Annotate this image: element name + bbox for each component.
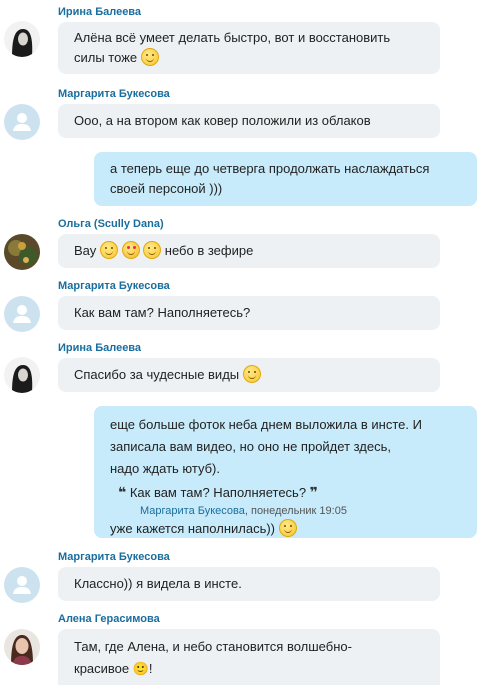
- message-text: записала вам видео, но оно не пройдет зд…: [110, 439, 392, 454]
- default-avatar-icon[interactable]: [4, 296, 40, 332]
- smile-emoji-icon: [140, 48, 159, 66]
- heart-eyes-emoji-icon: [121, 241, 140, 259]
- person-silhouette-icon: [13, 113, 31, 131]
- default-avatar-icon[interactable]: [4, 567, 40, 603]
- message-text: небо в зефире: [164, 243, 254, 258]
- message-text: Как вам там? Наполняетесь?: [74, 305, 251, 320]
- message-text: Вау: [74, 243, 97, 258]
- smile-emoji-icon: [278, 519, 297, 537]
- message-text: своей персоной ))): [110, 181, 223, 196]
- message-bubble[interactable]: Алёна всё умеет делать быстро, вот и вос…: [58, 22, 440, 74]
- message-text: еще больше фоток неба днем выложила в ин…: [110, 417, 422, 432]
- smile-emoji-icon: [242, 365, 261, 383]
- person-silhouette-icon: [13, 576, 31, 594]
- sender-name[interactable]: Маргарита Букесова: [58, 280, 170, 292]
- default-avatar-icon[interactable]: [4, 104, 40, 140]
- quote-text: Как вам там? Наполняетесь?: [129, 485, 307, 500]
- outgoing-message-bubble[interactable]: а теперь еще до четверга продолжать насл…: [94, 152, 477, 206]
- message-text: Алёна всё умеет делать быстро, вот и вос…: [74, 30, 391, 45]
- person-silhouette-icon: [13, 305, 31, 323]
- avatar-photo: [4, 629, 40, 665]
- avatar-photo: [4, 21, 40, 57]
- avatar[interactable]: [4, 234, 40, 270]
- avatar[interactable]: [4, 357, 40, 393]
- message-bubble[interactable]: Вау небо в зефире: [58, 234, 440, 268]
- message-text: Там, где Алена, и небо становится волшеб…: [74, 639, 352, 654]
- sender-name[interactable]: Ольга (Scully Dana): [58, 218, 164, 230]
- message-bubble[interactable]: Как вам там? Наполняетесь?: [58, 296, 440, 330]
- sender-name[interactable]: Маргарита Букесова: [58, 551, 170, 563]
- sender-name[interactable]: Ирина Балеева: [58, 342, 141, 354]
- avatar-photo: [4, 234, 40, 270]
- message-text: надо ждать ютуб).: [110, 461, 220, 476]
- message-text: Ооо, а на втором как ковер положили из о…: [74, 113, 371, 128]
- quoted-message[interactable]: ❝ Как вам там? Наполняетесь? ❞ Маргарита…: [110, 482, 461, 519]
- avatar[interactable]: [4, 629, 40, 665]
- message-text: красивое 🙂!: [74, 661, 153, 676]
- smile-emoji-icon: [99, 241, 118, 259]
- message-text: уже кажется наполнилась)): [110, 521, 276, 536]
- message-bubble[interactable]: Ооо, а на втором как ковер положили из о…: [58, 104, 440, 138]
- close-quote-icon: ❞: [309, 484, 318, 500]
- message-text: силы тоже: [74, 50, 138, 65]
- message-text: а теперь еще до четверга продолжать насл…: [110, 161, 430, 176]
- sender-name[interactable]: Алена Герасимова: [58, 613, 160, 625]
- quote-meta: Маргарита Букесова, понедельник 19:05: [118, 503, 461, 519]
- quote-author[interactable]: Маргарита Букесова: [140, 505, 245, 517]
- message-text: Классно)) я видела в инсте.: [74, 576, 242, 591]
- open-quote-icon: ❝: [118, 484, 127, 500]
- message-bubble[interactable]: Там, где Алена, и небо становится волшеб…: [58, 629, 440, 685]
- message-text-line: уже кажется наполнилась)): [110, 519, 461, 538]
- message-text-line: силы тоже: [74, 48, 424, 68]
- sender-name[interactable]: Маргарита Букесова: [58, 88, 170, 100]
- sender-name[interactable]: Ирина Балеева: [58, 6, 141, 18]
- message-bubble[interactable]: Спасибо за чудесные виды: [58, 358, 440, 392]
- outgoing-message-bubble[interactable]: еще больше фоток неба днем выложила в ин…: [94, 406, 477, 538]
- quote-time: , понедельник 19:05: [244, 505, 347, 517]
- message-bubble[interactable]: Классно)) я видела в инсте.: [58, 567, 440, 601]
- quote-text-line: ❝ Как вам там? Наполняетесь? ❞: [118, 482, 461, 503]
- avatar[interactable]: [4, 21, 40, 57]
- avatar-photo: [4, 357, 40, 393]
- smile-emoji-icon: [143, 241, 162, 259]
- message-text: Спасибо за чудесные виды: [74, 367, 240, 382]
